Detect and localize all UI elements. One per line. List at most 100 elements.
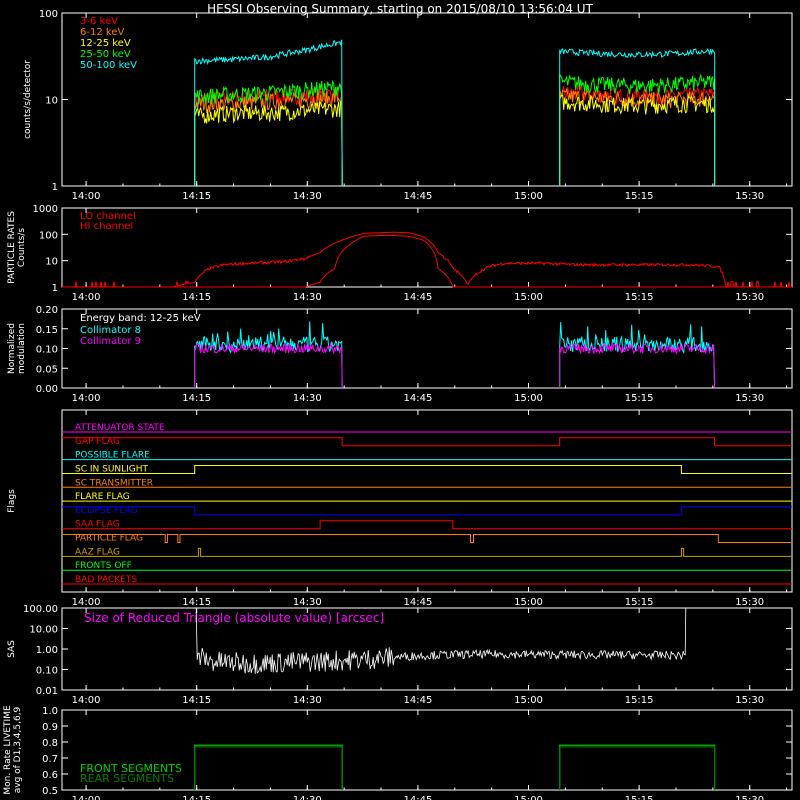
x-tick-label: 14:45 [403,292,432,303]
y-tick-label: 0.10 [36,345,58,356]
panel-frame [61,12,793,187]
y-axis-label: Normalizedmodulation [7,323,27,374]
x-tick-label: 14:30 [293,695,322,706]
y-tick-label: 100 [39,9,58,20]
flag-line [62,506,792,516]
count-rate-line [559,94,716,187]
count-rate-line [194,100,343,187]
x-tick-label: 14:00 [72,191,101,202]
x-tick-label: 14:45 [403,597,432,608]
x-tick-label: 15:15 [625,597,654,608]
x-tick-label: 15:00 [514,191,543,202]
livetime-line [559,746,716,790]
x-tick-label: 15:30 [735,292,764,303]
y-tick-label: 100.00 [23,604,58,615]
y-tick-label: 0.7 [42,754,58,765]
x-tick-label: 14:45 [403,191,432,202]
x-tick-label: 14:30 [293,597,322,608]
series-6-12-kev [194,87,716,187]
panel-livetime: 14:00 14:15 14:30 14:45 15:00 15:15 15:30 0.5 0.… [3,705,793,800]
legend-entry: 3-6 keV [80,16,118,27]
series-25-50-kev [194,73,716,187]
y-tick-label: 0.9 [42,722,58,733]
flag-line [62,520,792,530]
y-axis-label: counts/s/detector [23,60,33,139]
flag-label: AAZ FLAG [75,547,120,557]
y-tick-label: 0.05 [36,364,58,375]
flag-line [62,465,792,474]
y-tick-label: 100 [39,230,58,241]
x-tick-label: 15:15 [625,695,654,706]
panel-flags: 14:00 14:15 14:30 14:45 15:00 15:15 15:30 Flags… [7,409,793,608]
x-tick-label: 14:00 [72,393,101,404]
series-12-25-kev [194,94,716,187]
panel-count-rates: 14:00 14:15 14:30 14:45 15:00 15:15 15:30 1 10 10… [23,9,793,202]
flag-label: FRONTS OFF [75,561,132,571]
flag-label: ATTENUATOR STATE [75,423,165,433]
series-collimator-9 [194,342,716,389]
legend-entry: HI channel [80,221,133,232]
x-tick-label: 14:00 [72,597,101,608]
y-tick-label: 0.00 [36,384,58,395]
y-tick-label: 0.6 [42,770,58,781]
count-rate-line [559,47,716,187]
y-axis-label: PARTICLE RATESCounts/s [7,211,27,284]
x-tick-label: 15:00 [514,292,543,303]
panel-frame [61,207,793,288]
y-tick-label: 0.20 [36,305,58,316]
y-axis-label: Mon. Rate LIVETIMEavg of D1,3,4,5,6,9 [3,705,23,795]
x-tick-label: 14:30 [293,795,322,800]
legend-entry: 25-50 keV [80,49,131,60]
x-tick-label: 15:15 [625,191,654,202]
x-tick-label: 14:15 [182,191,211,202]
modulation-line [559,322,716,389]
x-tick-label: 15:00 [514,393,543,404]
x-tick-label: 14:00 [72,795,101,800]
flag-label: BAD PACKETS [75,575,137,585]
livetime-line [194,746,343,790]
hi-channel-line [62,235,792,288]
y-tick-label: 1000 [33,204,58,215]
flag-label: ECLIPSE FLAG [75,506,138,516]
observing-summary-chart: 14:00 14:15 14:30 14:45 15:00 15:15 15:3011010… [3,9,793,800]
x-tick-label: 15:00 [514,597,543,608]
flag-label: FLARE FLAG [75,492,130,502]
y-tick-label: 1.0 [42,706,58,717]
y-tick-label: 0.15 [36,325,58,336]
modulation-line [194,342,343,389]
flag-line [62,534,792,543]
series-3-6-kev [194,84,716,187]
legend-entry: Collimator 9 [80,336,141,347]
legend-entry: Collimator 8 [80,325,141,336]
livetime-line [194,744,343,790]
annotation-sas: Size of Reduced Triangle (absolute value… [84,611,384,625]
y-tick-label: 10 [45,257,58,268]
legend-entry: 50-100 keV [80,60,137,71]
modulation-line [559,343,716,389]
series-collimator-8 [194,321,716,389]
x-tick-label: 14:15 [182,393,211,404]
x-tick-label: 15:30 [735,795,764,800]
flag-line [62,547,792,557]
y-axis-label: Flags [7,489,17,513]
x-tick-label: 14:00 [72,292,101,303]
x-tick-label: 14:45 [403,695,432,706]
flag-label: PARTICLE FLAG [75,534,143,544]
lo-channel-line [62,231,792,288]
y-tick-label: 10.00 [29,625,58,636]
x-tick-label: 14:30 [293,292,322,303]
x-tick-label: 15:15 [625,393,654,404]
x-tick-label: 14:00 [72,695,101,706]
y-tick-label: 0.5 [42,786,58,797]
flag-label: GAP FLAG [75,437,120,447]
x-tick-label: 15:00 [514,795,543,800]
x-tick-label: 15:30 [735,393,764,404]
y-tick-label: 1 [52,182,58,193]
x-tick-label: 14:30 [293,191,322,202]
y-tick-label: 1 [52,283,58,294]
x-tick-label: 14:15 [182,292,211,303]
y-tick-label: 0.8 [42,738,58,749]
x-tick-label: 14:15 [182,795,211,800]
modulation-line [194,321,343,389]
flag-label: SC TRANSMITTER [75,478,153,488]
